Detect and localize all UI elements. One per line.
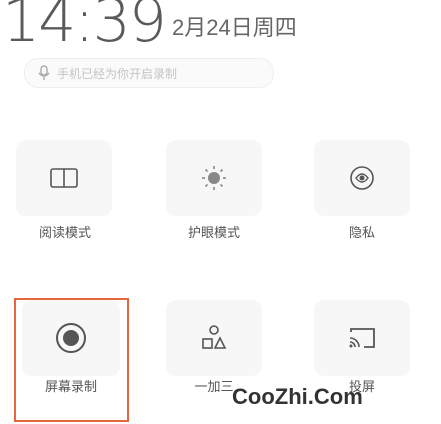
- tile-cast[interactable]: [314, 300, 410, 376]
- tile-label: 阅读模式: [38, 225, 91, 240]
- cast-icon: [349, 328, 375, 348]
- status-bar: 14:39 2月24日周四: [0, 0, 441, 56]
- clock: 14:39: [2, 0, 167, 56]
- tile-reader-mode[interactable]: [16, 140, 112, 216]
- tile-label: 护眼模式: [187, 225, 240, 240]
- highlight-frame: [14, 298, 129, 422]
- date: 2月24日周四: [172, 15, 297, 40]
- voice-hint-text: 手机已经为你开启录制: [57, 66, 178, 81]
- tile-one-plus-three[interactable]: [166, 300, 262, 376]
- brightness-icon: [202, 166, 226, 190]
- shapes-icon: [202, 325, 227, 349]
- privacy-icon: [350, 166, 374, 190]
- watermark: CooZhi.Com: [232, 384, 363, 409]
- reader-icon: [50, 168, 78, 188]
- mic-icon: [38, 65, 50, 80]
- tile-eye-care[interactable]: [166, 140, 262, 216]
- tile-privacy[interactable]: [314, 140, 410, 216]
- tile-label: 隐私: [348, 225, 375, 240]
- voice-hint-bar[interactable]: 手机已经为你开启录制: [24, 58, 274, 88]
